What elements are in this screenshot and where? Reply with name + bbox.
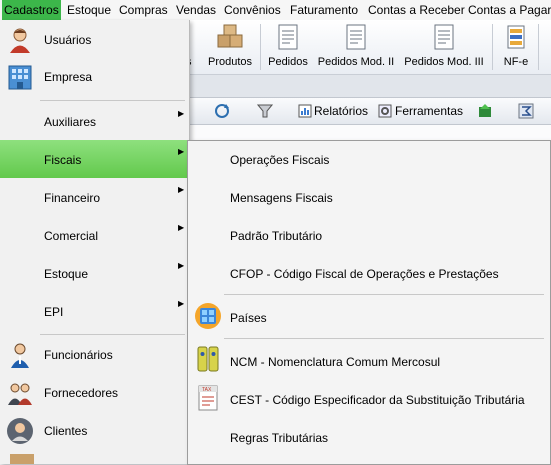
submenu-arrow-icon: ▶ bbox=[178, 299, 185, 308]
menu-item-financeiro[interactable]: Financeiro ▶ bbox=[0, 178, 189, 216]
menu-item-label: Empresa bbox=[44, 70, 93, 84]
submenu-separator bbox=[224, 294, 544, 295]
toolbar-nfe-label: NF-e bbox=[503, 56, 529, 68]
menu-item-estoque[interactable]: Estoque ▶ bbox=[0, 254, 189, 292]
toolbar-pedidos-mod2-button[interactable]: Pedidos Mod. II bbox=[314, 20, 398, 74]
menu-item-label: EPI bbox=[44, 305, 64, 319]
cadastros-dropdown: Usuários Empresa Auxiliares ▶ Fiscais ▶ … bbox=[0, 20, 190, 464]
menu-item-label: Funcionários bbox=[44, 348, 113, 362]
report-icon bbox=[298, 104, 312, 118]
menu-estoque[interactable]: Estoque bbox=[65, 0, 113, 20]
submenu-arrow-icon: ▶ bbox=[178, 109, 185, 118]
submenu-item-label: Mensagens Fiscais bbox=[230, 191, 333, 205]
suppliers-icon bbox=[8, 383, 32, 405]
menu-item-clientes[interactable]: Clientes bbox=[0, 412, 189, 450]
nfe-icon bbox=[507, 25, 525, 49]
menu-item-label: Fornecedores bbox=[44, 386, 119, 400]
menu-item-comercial[interactable]: Comercial ▶ bbox=[0, 216, 189, 254]
menu-item-empresa[interactable]: Empresa bbox=[0, 58, 189, 96]
submenu-item-label: NCM - Nomenclatura Comum Mercosul bbox=[230, 355, 441, 369]
submenu-item-label: Padrão Tributário bbox=[230, 229, 323, 243]
submenu-item-label: Operações Fiscais bbox=[230, 153, 330, 167]
submenu-item-label: Regras Tributárias bbox=[230, 431, 329, 445]
menu-bar: Cadastros Estoque Compras Vendas Convêni… bbox=[0, 0, 551, 21]
toolbar-pedidos-button[interactable]: Pedidos bbox=[264, 20, 312, 74]
toolbar-pedidos-mod2-label: Pedidos Mod. II bbox=[317, 56, 395, 68]
svg-text:TAX: TAX bbox=[202, 387, 212, 393]
menu-item-fornecedores[interactable]: Fornecedores bbox=[0, 374, 189, 412]
document-icon bbox=[346, 24, 366, 50]
menu-convenios[interactable]: Convênios bbox=[222, 0, 283, 20]
filter-icon[interactable] bbox=[257, 103, 273, 119]
toolbar-separator bbox=[538, 24, 539, 70]
submenu-item-mensagens-fiscais[interactable]: Mensagens Fiscais bbox=[188, 179, 550, 217]
submenu-arrow-icon: ▶ bbox=[178, 185, 185, 194]
tools-icon bbox=[378, 104, 392, 118]
menu-faturamento[interactable]: Faturamento bbox=[288, 0, 360, 20]
menu-item-label: Clientes bbox=[44, 424, 88, 438]
user-icon bbox=[10, 28, 30, 53]
menu-item-auxiliares[interactable]: Auxiliares ▶ bbox=[0, 102, 189, 138]
countries-icon bbox=[195, 303, 221, 329]
export-icon[interactable] bbox=[477, 103, 493, 119]
menu-item-funcionarios[interactable]: Funcionários bbox=[0, 336, 189, 374]
submenu-arrow-icon: ▶ bbox=[178, 223, 185, 232]
ferramentas-button[interactable]: Ferramentas bbox=[395, 102, 463, 120]
toolbar-produtos-label: Produtos bbox=[207, 56, 253, 68]
submenu-separator bbox=[224, 338, 544, 339]
submenu-item-cest[interactable]: TAX CEST - Código Especificador da Subst… bbox=[188, 380, 550, 418]
partial-next-item-icon bbox=[10, 454, 34, 464]
menu-separator bbox=[40, 334, 185, 335]
submenu-arrow-icon: ▶ bbox=[178, 147, 185, 156]
submenu-item-label: Países bbox=[230, 311, 267, 325]
submenu-item-operacoes-fiscais[interactable]: Operações Fiscais bbox=[188, 141, 550, 179]
menu-contas-pagar[interactable]: Contas a Pagar bbox=[466, 0, 551, 20]
submenu-arrow-icon: ▶ bbox=[178, 261, 185, 270]
boxes-icon bbox=[217, 24, 243, 48]
refresh-icon[interactable] bbox=[213, 103, 231, 119]
building-icon bbox=[8, 65, 32, 90]
menu-item-label: Fiscais bbox=[44, 153, 82, 167]
menu-item-usuarios[interactable]: Usuários bbox=[0, 22, 189, 58]
toolbar-produtos-button[interactable]: Produtos bbox=[204, 20, 256, 74]
toolbar-separator bbox=[260, 24, 261, 70]
submenu-item-label: CEST - Código Especificador da Substitui… bbox=[230, 393, 525, 407]
submenu-item-paises[interactable]: Países bbox=[188, 298, 550, 336]
menu-item-label: Usuários bbox=[44, 33, 92, 47]
fiscais-submenu: Operações Fiscais Mensagens Fiscais Padr… bbox=[187, 140, 551, 465]
menu-item-label: Auxiliares bbox=[44, 115, 97, 129]
menu-cadastros[interactable]: Cadastros bbox=[2, 0, 61, 20]
submenu-item-padrao-tributario[interactable]: Padrão Tributário bbox=[188, 217, 550, 255]
toolbar-separator bbox=[492, 24, 493, 70]
client-icon bbox=[7, 418, 33, 444]
menu-vendas[interactable]: Vendas bbox=[174, 0, 218, 20]
toolbar-pedidos-mod3-label: Pedidos Mod. III bbox=[404, 56, 484, 68]
submenu-item-regras-tributarias[interactable]: Regras Tributárias bbox=[188, 418, 550, 456]
relatorios-button[interactable]: Relatórios bbox=[314, 102, 368, 120]
submenu-item-ncm[interactable]: NCM - Nomenclatura Comum Mercosul bbox=[188, 342, 550, 380]
submenu-item-cfop[interactable]: CFOP - Código Fiscal de Operações e Pres… bbox=[188, 255, 550, 293]
toolbar-pedidos-mod3-button[interactable]: Pedidos Mod. III bbox=[400, 20, 488, 74]
employees-icon bbox=[11, 343, 29, 368]
submenu-item-label: CFOP - Código Fiscal de Operações e Pres… bbox=[230, 267, 499, 281]
menu-compras[interactable]: Compras bbox=[117, 0, 170, 20]
menu-item-fiscais[interactable]: Fiscais ▶ bbox=[0, 140, 189, 178]
binders-icon bbox=[197, 346, 219, 372]
sum-icon[interactable] bbox=[518, 103, 534, 119]
menu-contas-receber[interactable]: Contas a Receber bbox=[366, 0, 467, 20]
menu-separator bbox=[40, 100, 185, 101]
document-icon bbox=[278, 24, 298, 50]
menu-item-label: Comercial bbox=[44, 229, 99, 243]
toolbar-nfe-button[interactable]: NF-e bbox=[498, 20, 534, 74]
menu-item-label: Financeiro bbox=[44, 191, 101, 205]
tax-document-icon: TAX bbox=[198, 385, 218, 411]
toolbar-pedidos-label: Pedidos bbox=[268, 56, 308, 68]
document-icon bbox=[434, 24, 454, 50]
menu-item-label: Estoque bbox=[44, 267, 89, 281]
menu-item-epi[interactable]: EPI ▶ bbox=[0, 292, 189, 330]
